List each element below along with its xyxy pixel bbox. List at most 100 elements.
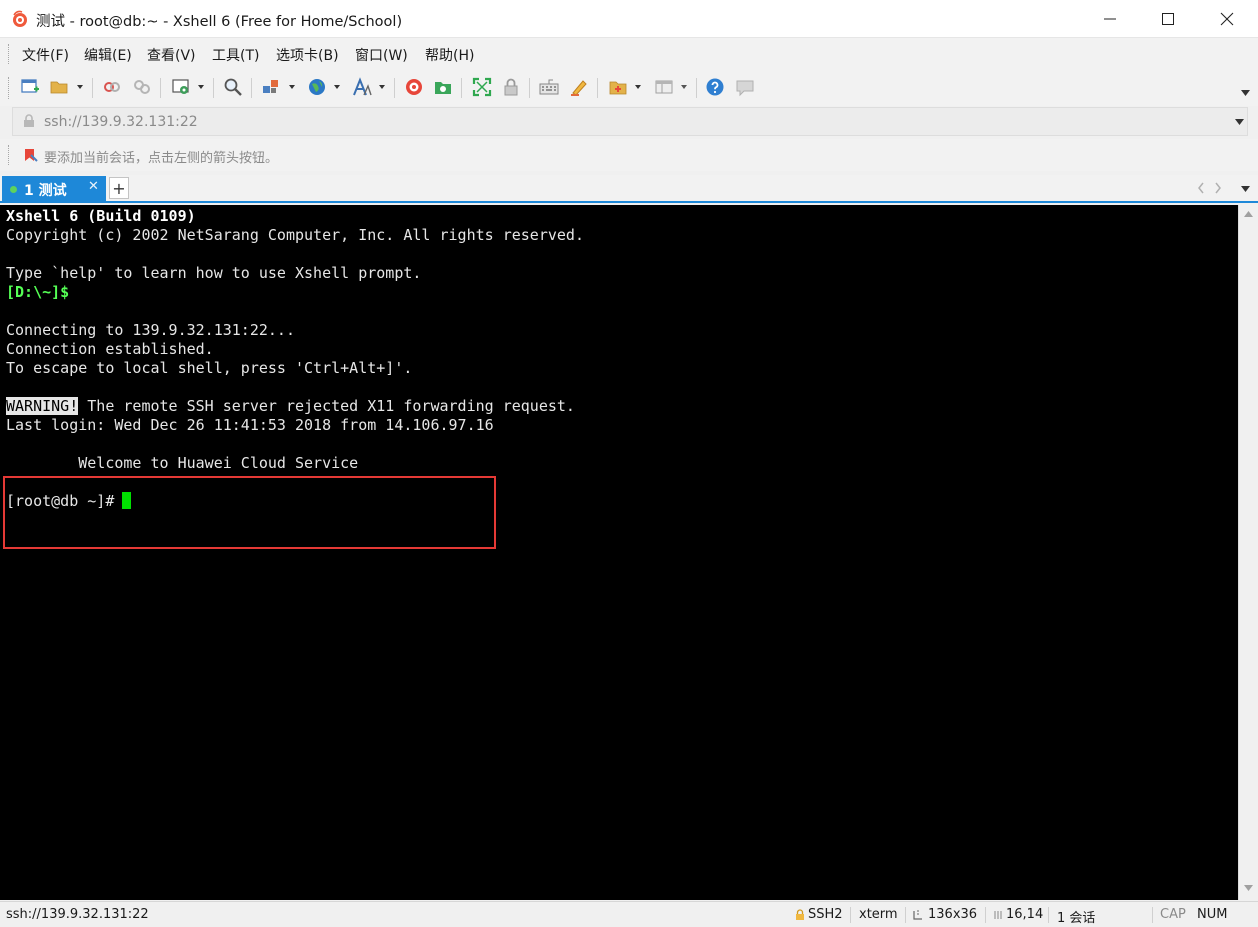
- status-lock-icon: [796, 909, 804, 920]
- add-folder-icon: [609, 81, 627, 95]
- open-dropdown-icon[interactable]: [76, 83, 84, 91]
- menu-grip[interactable]: [8, 44, 10, 64]
- terminal-text: Welcome to Huawei Cloud Service: [6, 454, 359, 472]
- globe-dropdown-icon[interactable]: [333, 83, 341, 91]
- status-separator: [985, 907, 986, 923]
- help-icon: [706, 78, 724, 96]
- lock-button[interactable]: [500, 76, 522, 98]
- keyboard-button[interactable]: [538, 76, 560, 98]
- terminal-scrollbar[interactable]: [1238, 205, 1258, 900]
- menu-view[interactable]: 查看(V): [147, 45, 196, 65]
- fullscreen-button[interactable]: [471, 76, 493, 98]
- terminal-area[interactable]: Xshell 6 (Build 0109) Copyright (c) 2002 …: [0, 205, 1238, 900]
- chat-icon: [736, 80, 754, 97]
- tab-label: 1 测试: [24, 183, 67, 199]
- find-button[interactable]: [222, 76, 244, 98]
- toolbar-separator: [394, 78, 395, 98]
- add-session-arrow-icon[interactable]: [22, 147, 38, 163]
- terminal-text: Connection established.: [6, 340, 214, 358]
- tab-prev-icon[interactable]: [1197, 182, 1205, 194]
- reconnect-button[interactable]: [101, 76, 123, 98]
- transfer-dropdown-icon[interactable]: [288, 83, 296, 91]
- maximize-button[interactable]: [1139, 0, 1197, 38]
- menu-help[interactable]: 帮助(H): [425, 45, 474, 65]
- menu-window[interactable]: 窗口(W): [355, 45, 408, 65]
- transfer-button[interactable]: [260, 76, 282, 98]
- local-prompt-text: [D:\~]$: [6, 283, 70, 301]
- open-button[interactable]: [48, 76, 70, 98]
- toolbar-separator: [213, 78, 214, 98]
- status-num-lock: NUM: [1197, 907, 1228, 922]
- xftp-button[interactable]: [432, 76, 454, 98]
- properties-dropdown-icon[interactable]: [197, 83, 205, 91]
- scroll-up-icon[interactable]: [1244, 211, 1253, 217]
- close-button[interactable]: [1198, 0, 1256, 38]
- add-folder-dropdown-icon[interactable]: [634, 83, 642, 91]
- minimize-icon: [1104, 18, 1116, 20]
- menu-file[interactable]: 文件(F): [22, 45, 69, 65]
- find-icon: [224, 78, 242, 96]
- address-input[interactable]: ssh://139.9.32.131:22: [44, 114, 198, 130]
- xshell-button[interactable]: [403, 76, 425, 98]
- terminal-output: Xshell 6 (Build 0109) Copyright (c) 2002 …: [6, 207, 584, 511]
- connected-status-icon: [10, 186, 17, 193]
- help-button[interactable]: [704, 76, 726, 98]
- hint-grip[interactable]: [8, 145, 10, 165]
- address-dropdown-icon[interactable]: [1235, 119, 1244, 125]
- tab-next-icon[interactable]: [1214, 182, 1222, 194]
- layout-dropdown-icon[interactable]: [680, 83, 688, 91]
- xftp-icon: [435, 82, 451, 94]
- hint-text: 要添加当前会话，点击左侧的箭头按钮。: [44, 151, 279, 166]
- tab-menu-icon[interactable]: [1241, 186, 1250, 192]
- tab-bar: 1 测试 ✕ +: [0, 175, 1258, 203]
- terminal-banner-text: Xshell 6 (Build 0109): [6, 207, 196, 225]
- status-position: 16,14: [1006, 907, 1044, 922]
- new-session-button[interactable]: [19, 76, 41, 98]
- font-button[interactable]: [351, 76, 373, 98]
- status-separator: [1048, 907, 1049, 923]
- toolbar-overflow-icon[interactable]: [1241, 90, 1250, 96]
- add-folder-button[interactable]: [607, 76, 629, 98]
- hint-bar: 要添加当前会话，点击左侧的箭头按钮。: [0, 139, 1258, 171]
- terminal-line: Last login: Wed Dec 26 11:41:53 2018 fro…: [6, 416, 584, 435]
- status-sessions: 1 会话: [1057, 911, 1096, 926]
- menu-edit[interactable]: 编辑(E): [84, 45, 132, 65]
- globe-button[interactable]: [306, 76, 328, 98]
- menu-tab[interactable]: 选项卡(B): [276, 45, 339, 65]
- globe-icon: [309, 79, 325, 95]
- toolbar-grip[interactable]: [8, 77, 10, 99]
- scroll-down-icon[interactable]: [1244, 885, 1253, 891]
- toolbar-separator: [160, 78, 161, 98]
- highlight-button[interactable]: [568, 76, 590, 98]
- open-folder-icon: [50, 81, 68, 94]
- tab-session-1[interactable]: 1 测试 ✕: [2, 176, 106, 202]
- new-session-icon: [21, 79, 39, 93]
- font-dropdown-icon[interactable]: [378, 83, 386, 91]
- address-bar[interactable]: ssh://139.9.32.131:22: [12, 107, 1248, 136]
- properties-button[interactable]: [170, 76, 192, 98]
- terminal-text: Connecting to 139.9.32.131:22...: [6, 321, 295, 339]
- properties-icon: [172, 79, 189, 94]
- menu-tools[interactable]: 工具(T): [212, 45, 259, 65]
- chat-button[interactable]: [734, 76, 756, 98]
- xshell-icon: [406, 79, 422, 95]
- status-separator: [1152, 907, 1153, 923]
- toolbar-separator: [251, 78, 252, 98]
- status-size: 136x36: [928, 907, 978, 922]
- terminal-line: Welcome to Huawei Cloud Service: [6, 454, 584, 473]
- terminal-line: Connecting to 139.9.32.131:22...: [6, 321, 584, 340]
- minimize-button[interactable]: [1081, 0, 1139, 38]
- new-tab-button[interactable]: +: [109, 177, 129, 199]
- highlight-annotation-box: [3, 476, 496, 549]
- tab-close-icon[interactable]: ✕: [88, 179, 99, 194]
- highlight-pen-icon: [571, 80, 587, 96]
- title-bar: 测试 - root@db:~ - Xshell 6 (Free for Home…: [0, 0, 1258, 38]
- window-title: 测试 - root@db:~ - Xshell 6 (Free for Home…: [36, 14, 403, 30]
- toolbar-separator: [461, 78, 462, 98]
- fullscreen-icon: [472, 77, 492, 97]
- disconnect-button[interactable]: [131, 76, 153, 98]
- layout-button[interactable]: [653, 76, 675, 98]
